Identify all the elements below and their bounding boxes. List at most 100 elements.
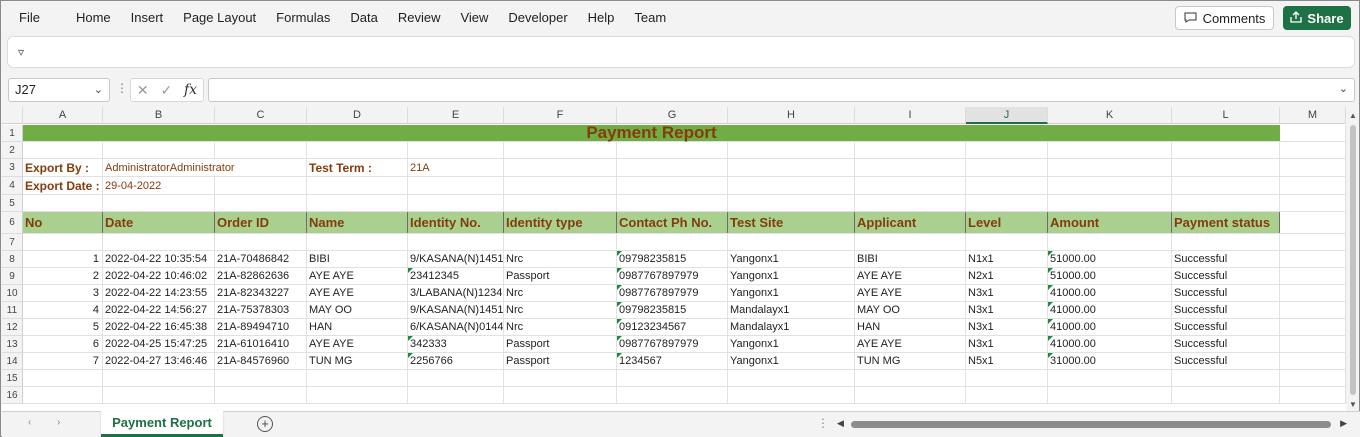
column-title-amount[interactable]: Amount bbox=[1048, 212, 1172, 233]
cell[interactable] bbox=[1280, 234, 1346, 250]
cell[interactable] bbox=[504, 387, 617, 403]
table-cell[interactable]: 9/KASANA(N)1451 bbox=[408, 302, 504, 318]
table-cell[interactable]: 2022-04-22 14:23:55 bbox=[103, 285, 215, 301]
table-cell[interactable]: AYE AYE bbox=[307, 285, 408, 301]
cell[interactable] bbox=[504, 177, 617, 194]
table-cell[interactable]: TUN MG bbox=[307, 353, 408, 369]
cell[interactable] bbox=[103, 387, 215, 403]
column-title-name[interactable]: Name bbox=[307, 212, 408, 233]
table-cell[interactable]: Successful bbox=[1172, 353, 1280, 369]
select-all-corner[interactable] bbox=[2, 107, 23, 124]
cell[interactable] bbox=[1048, 195, 1172, 211]
column-header-k[interactable]: K bbox=[1048, 107, 1172, 124]
table-cell[interactable]: Nrc bbox=[504, 285, 617, 301]
table-cell[interactable]: 09123234567 bbox=[617, 319, 728, 335]
table-cell[interactable]: 21A-70486842 bbox=[215, 251, 307, 267]
table-cell[interactable]: AYE AYE bbox=[855, 336, 966, 352]
table-cell[interactable]: BIBI bbox=[855, 251, 966, 267]
table-cell[interactable]: 23412345 bbox=[408, 268, 504, 284]
table-cell[interactable]: Successful bbox=[1172, 336, 1280, 352]
cell[interactable] bbox=[1280, 285, 1346, 301]
table-cell[interactable]: 41000.00 bbox=[1048, 319, 1172, 335]
table-cell[interactable]: 21A-82343227 bbox=[215, 285, 307, 301]
export-date-value[interactable]: 29-04-2022 bbox=[103, 177, 215, 194]
cell[interactable] bbox=[1048, 142, 1172, 158]
column-title-contact-ph-no[interactable]: Contact Ph No. bbox=[617, 212, 728, 233]
cell[interactable] bbox=[728, 142, 855, 158]
export-date-label[interactable]: Export Date : bbox=[23, 177, 103, 194]
vertical-scrollbar[interactable]: ▲ ▼ bbox=[1347, 107, 1359, 411]
test-term-value[interactable]: 21A bbox=[408, 159, 504, 176]
cell[interactable] bbox=[1280, 353, 1346, 369]
cell[interactable] bbox=[215, 177, 307, 194]
scroll-down-icon[interactable]: ▼ bbox=[1349, 400, 1357, 409]
column-header-h[interactable]: H bbox=[728, 107, 855, 124]
add-sheet-icon[interactable]: + bbox=[257, 416, 273, 432]
cell[interactable] bbox=[1172, 142, 1280, 158]
cell[interactable] bbox=[408, 234, 504, 250]
table-cell[interactable]: 2022-04-25 15:47:25 bbox=[103, 336, 215, 352]
horizontal-scrollbar[interactable]: ◀ ▶ bbox=[837, 418, 1347, 430]
table-cell[interactable]: 6/KASANA(N)0144 bbox=[408, 319, 504, 335]
cell[interactable] bbox=[855, 142, 966, 158]
cell[interactable] bbox=[215, 234, 307, 250]
cell[interactable] bbox=[855, 177, 966, 194]
menu-team[interactable]: Team bbox=[624, 1, 676, 35]
cell[interactable] bbox=[1048, 177, 1172, 194]
row-header[interactable]: 14 bbox=[2, 353, 23, 370]
cell[interactable] bbox=[728, 370, 855, 386]
table-cell[interactable]: N3x1 bbox=[966, 336, 1048, 352]
table-cell[interactable]: MAY OO bbox=[307, 302, 408, 318]
column-title-test-site[interactable]: Test Site bbox=[728, 212, 855, 233]
prev-sheet-icon[interactable]: ‹ bbox=[28, 417, 31, 428]
table-cell[interactable]: Passport bbox=[504, 353, 617, 369]
cell[interactable] bbox=[855, 159, 966, 176]
table-cell[interactable]: Nrc bbox=[504, 319, 617, 335]
horizontal-scroll-thumb[interactable] bbox=[851, 421, 1331, 428]
export-by-value[interactable]: AdministratorAdministrator bbox=[103, 159, 307, 176]
cell[interactable] bbox=[23, 370, 103, 386]
row-header[interactable]: 11 bbox=[2, 302, 23, 319]
cell[interactable] bbox=[855, 387, 966, 403]
check-icon[interactable]: ✓ bbox=[160, 82, 172, 99]
cell[interactable] bbox=[617, 370, 728, 386]
table-cell[interactable]: Passport bbox=[504, 336, 617, 352]
table-cell[interactable]: N1x1 bbox=[966, 251, 1048, 267]
cell[interactable] bbox=[23, 387, 103, 403]
cell[interactable] bbox=[1172, 387, 1280, 403]
cell[interactable] bbox=[307, 234, 408, 250]
cell[interactable] bbox=[408, 177, 504, 194]
row-header[interactable]: 3 bbox=[2, 159, 23, 177]
table-cell[interactable]: 2022-04-27 13:46:46 bbox=[103, 353, 215, 369]
cell[interactable] bbox=[1048, 387, 1172, 403]
cell[interactable] bbox=[1280, 125, 1346, 141]
scroll-right-icon[interactable]: ▶ bbox=[1340, 418, 1347, 429]
table-cell[interactable]: N5x1 bbox=[966, 353, 1048, 369]
column-header-l[interactable]: L bbox=[1172, 107, 1280, 124]
table-cell[interactable]: AYE AYE bbox=[855, 285, 966, 301]
cell[interactable] bbox=[728, 387, 855, 403]
cell[interactable] bbox=[307, 387, 408, 403]
cell[interactable] bbox=[966, 234, 1048, 250]
row-header[interactable]: 1 bbox=[2, 125, 23, 142]
table-cell[interactable]: 1234567 bbox=[617, 353, 728, 369]
table-cell[interactable]: Successful bbox=[1172, 285, 1280, 301]
scroll-up-icon[interactable]: ▲ bbox=[1349, 111, 1357, 120]
cell[interactable] bbox=[728, 177, 855, 194]
table-cell[interactable]: 2256766 bbox=[408, 353, 504, 369]
cell[interactable] bbox=[855, 370, 966, 386]
table-cell[interactable]: AYE AYE bbox=[855, 268, 966, 284]
menu-developer[interactable]: Developer bbox=[498, 1, 577, 35]
cell[interactable] bbox=[728, 159, 855, 176]
comments-button[interactable]: Comments bbox=[1175, 6, 1274, 30]
table-cell[interactable]: N3x1 bbox=[966, 285, 1048, 301]
table-cell[interactable]: Yangonx1 bbox=[728, 251, 855, 267]
column-header-c[interactable]: C bbox=[215, 107, 307, 124]
column-header-a[interactable]: A bbox=[23, 107, 103, 124]
expand-formula-icon[interactable]: ⌄ bbox=[1339, 82, 1348, 95]
column-header-m[interactable]: M bbox=[1280, 107, 1346, 124]
cell[interactable] bbox=[1280, 268, 1346, 284]
table-cell[interactable]: 7 bbox=[23, 353, 103, 369]
row-header[interactable]: 12 bbox=[2, 319, 23, 336]
cell[interactable] bbox=[1172, 159, 1280, 176]
